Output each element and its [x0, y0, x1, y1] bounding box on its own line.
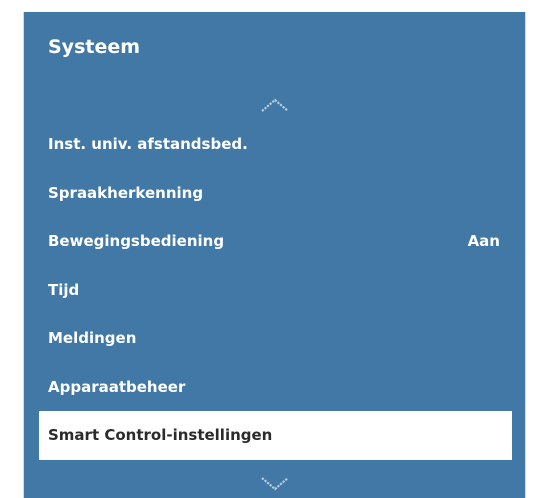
motion-control-status: Aan: [467, 232, 500, 251]
menu-item-label: Spraakherkenning: [48, 183, 204, 202]
menu-item-label: Inst. univ. afstandsbed.: [48, 135, 248, 154]
panel-title: Systeem: [48, 36, 141, 58]
system-menu-panel: Systeem Inst. univ. afstandsbed. Spraakh…: [23, 12, 526, 498]
menu-item-device-manager[interactable]: Apparaatbeheer: [24, 363, 525, 412]
menu-item-notifications[interactable]: Meldingen: [24, 314, 525, 363]
menu-item-smart-control-settings[interactable]: Smart Control-instellingen: [39, 411, 512, 460]
menu-item-time[interactable]: Tijd: [24, 266, 525, 315]
menu-item-voice-recognition[interactable]: Spraakherkenning: [24, 169, 525, 218]
menu-item-motion-control[interactable]: Bewegingsbediening Aan: [24, 217, 525, 266]
menu-item-label: Bewegingsbediening: [48, 232, 225, 251]
menu-item-label: Apparaatbeheer: [48, 377, 186, 396]
settings-menu-list: Inst. univ. afstandsbed. Spraakherkennin…: [24, 120, 525, 460]
menu-item-label: Smart Control-instellingen: [48, 426, 273, 445]
menu-item-label: Tijd: [48, 280, 80, 299]
chevron-down-icon[interactable]: [259, 474, 291, 492]
chevron-up-icon[interactable]: [259, 96, 291, 114]
menu-item-label: Meldingen: [48, 329, 137, 348]
menu-item-universal-remote[interactable]: Inst. univ. afstandsbed.: [24, 120, 525, 169]
